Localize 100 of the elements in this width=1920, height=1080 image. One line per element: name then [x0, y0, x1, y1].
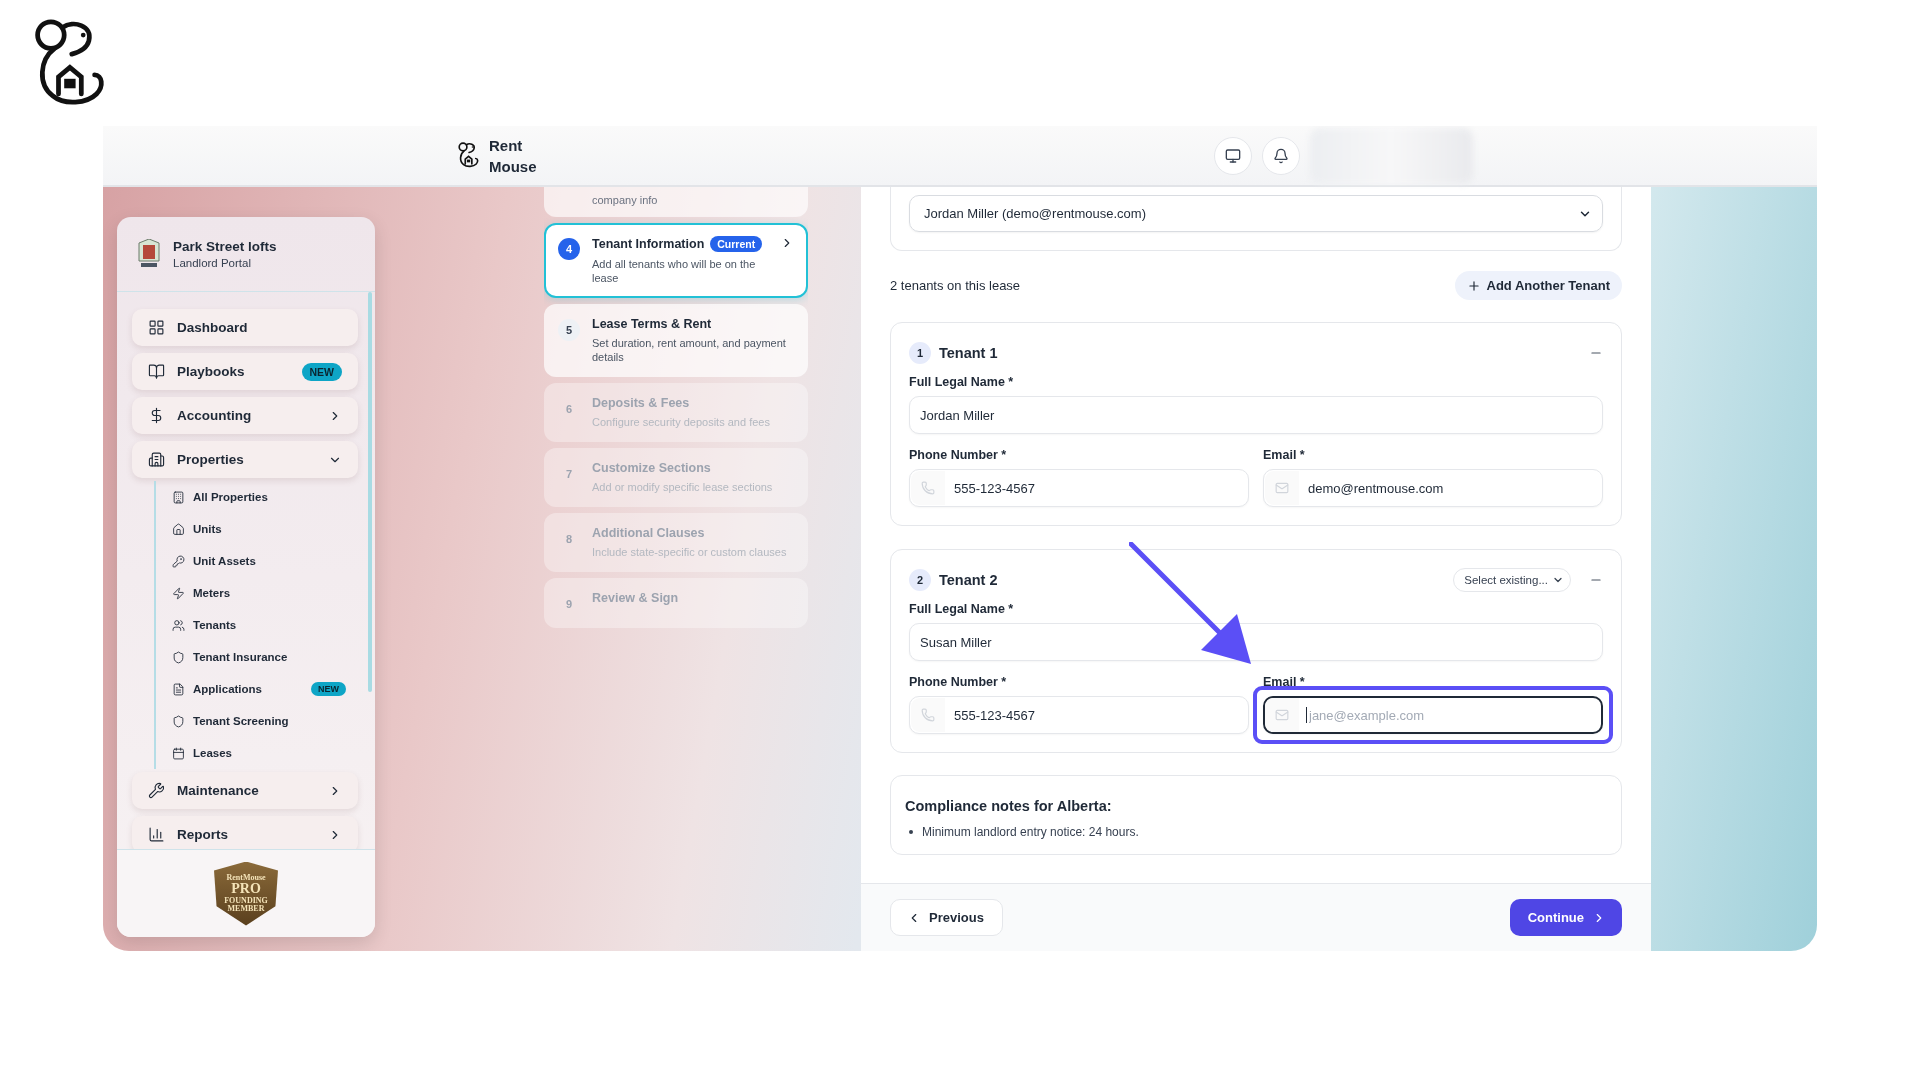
- building-logo: [137, 239, 161, 269]
- nav-item[interactable]: Properties: [132, 441, 358, 478]
- book-icon: [148, 363, 165, 380]
- step-description: Configure security deposits and fees: [592, 415, 771, 429]
- tenant-count: 2 tenants on this lease: [890, 278, 1021, 293]
- step-number: 4: [558, 238, 580, 260]
- continue-button[interactable]: Continue: [1509, 899, 1622, 936]
- nav-subitem[interactable]: Units: [172, 513, 358, 545]
- member-badge: RentMouse PRO FOUNDING MEMBER: [214, 861, 278, 926]
- nav-item[interactable]: Accounting: [132, 397, 358, 434]
- mail-icon: [1275, 708, 1289, 722]
- building-icon: [148, 451, 165, 468]
- plus-icon: [1466, 278, 1481, 293]
- nav-label: Applications: [193, 683, 263, 695]
- step-description: Set duration, rent amount, and payment details: [592, 336, 787, 364]
- shield-icon: [172, 714, 185, 728]
- text-cursor: [1306, 707, 1307, 723]
- step-title: Deposits & Fees: [592, 396, 690, 410]
- nav-label: Accounting: [177, 408, 253, 423]
- input-field[interactable]: 555-123-4567: [909, 696, 1249, 734]
- users-icon: [172, 618, 185, 632]
- document-icon: [172, 682, 185, 696]
- notifications-button[interactable]: [1262, 136, 1300, 175]
- key-icon: [172, 554, 185, 568]
- nav-subitem[interactable]: Meters: [172, 577, 358, 609]
- new-badge: NEW: [301, 362, 342, 381]
- step-description: company info: [592, 193, 659, 207]
- step-number: 8: [564, 532, 574, 547]
- nav-label: Dashboard: [177, 320, 249, 335]
- step-description: Add or modify specific lease sections: [592, 480, 774, 494]
- add-tenant-button[interactable]: Add Another Tenant: [1454, 271, 1622, 300]
- phone-icon: [921, 708, 935, 722]
- field-label: Phone Number *: [909, 448, 1008, 462]
- step-card[interactable]: 4 Tenant Information Current Add all tenants who will be on the lease: [544, 223, 808, 298]
- monitor-icon: [1225, 147, 1241, 164]
- step-number: 7: [564, 467, 574, 482]
- nav-label: Tenants: [193, 619, 238, 631]
- nav-label: All Properties: [193, 491, 269, 503]
- nav-subitem[interactable]: Tenants: [172, 609, 358, 641]
- input-field[interactable]: demo@rentmouse.com: [1263, 469, 1603, 507]
- nav-label: Units: [193, 523, 223, 535]
- nav-label: Leases: [193, 747, 233, 759]
- monitor-button[interactable]: [1214, 136, 1252, 175]
- nav-subitem[interactable]: Tenant Insurance: [172, 641, 358, 673]
- nav-label: Maintenance: [177, 783, 260, 798]
- nav-label: Tenant Screening: [193, 715, 290, 727]
- building-icon: [172, 490, 185, 504]
- step-number: 9: [564, 597, 574, 612]
- nav-label: Meters: [193, 587, 232, 599]
- current-badge: Current: [710, 236, 763, 252]
- step-title: Additional Clauses: [592, 526, 705, 540]
- new-badge: NEW: [311, 682, 346, 696]
- step-title: Review & Sign: [592, 591, 679, 605]
- nav-subitem[interactable]: Leases: [172, 737, 358, 769]
- dashboard-icon: [148, 319, 165, 336]
- input-field[interactable]: Jordan Miller: [909, 396, 1603, 434]
- bullet-icon: [909, 830, 913, 834]
- calendar-icon: [172, 746, 185, 760]
- input-field[interactable]: jane@example.com: [1263, 696, 1603, 734]
- nav-label: Playbooks: [177, 364, 246, 379]
- nav-label: Reports: [177, 827, 229, 842]
- nav-item[interactable]: Playbooks NEW: [132, 353, 358, 390]
- nav-item[interactable]: Dashboard: [132, 309, 358, 346]
- org-subtitle: Landlord Portal: [173, 257, 252, 269]
- brand-name: Rent Mouse: [489, 135, 537, 177]
- nav-subitem[interactable]: Tenant Screening: [172, 705, 358, 737]
- step-title: Tenant Information: [592, 237, 705, 251]
- nav-label: Tenant Insurance: [193, 651, 289, 663]
- step-card[interactable]: company info: [544, 187, 808, 217]
- input-field[interactable]: Susan Miller: [909, 623, 1603, 661]
- nav-item[interactable]: Maintenance: [132, 772, 358, 809]
- org-name: Park Street lofts: [173, 239, 277, 254]
- nav-label: Unit Assets: [193, 555, 257, 567]
- step-title: Lease Terms & Rent: [592, 317, 712, 331]
- compliance-title: Compliance notes for Alberta:: [905, 798, 1113, 814]
- field-label: Phone Number *: [909, 675, 1008, 689]
- mouse-logo: [457, 142, 479, 169]
- nav-subitem[interactable]: Unit Assets: [172, 545, 358, 577]
- previous-button[interactable]: Previous: [890, 899, 1003, 936]
- nav-subitem[interactable]: Applications NEW: [172, 673, 358, 705]
- house-icon: [172, 522, 185, 536]
- nav-subitem[interactable]: All Properties: [172, 481, 358, 513]
- compliance-note: Minimum landlord entry notice: 24 hours.: [922, 824, 1139, 840]
- nav-label: Properties: [177, 452, 245, 467]
- nav-item[interactable]: Reports: [132, 816, 358, 849]
- tenant-select[interactable]: Jordan Miller (demo@rentmouse.com): [909, 195, 1603, 232]
- tenant-number: 1: [909, 342, 931, 364]
- shield-icon: [172, 650, 185, 664]
- step-description: Include state-specific or custom clauses: [592, 545, 788, 559]
- bar-chart-icon: [148, 826, 165, 843]
- tenant-title: Tenant 1: [939, 345, 999, 361]
- step-card[interactable]: 5 Lease Terms & Rent Set duration, rent amount, and payment details: [544, 304, 808, 377]
- field-label: Email *: [1263, 675, 1306, 689]
- wrench-icon: [148, 782, 165, 799]
- tenant-title: Tenant 2: [939, 572, 999, 588]
- field-label: Full Legal Name *: [909, 602, 1015, 616]
- field-label: Full Legal Name *: [909, 375, 1015, 389]
- mail-icon: [1275, 481, 1289, 495]
- input-field[interactable]: 555-123-4567: [909, 469, 1249, 507]
- field-label: Email *: [1263, 448, 1306, 462]
